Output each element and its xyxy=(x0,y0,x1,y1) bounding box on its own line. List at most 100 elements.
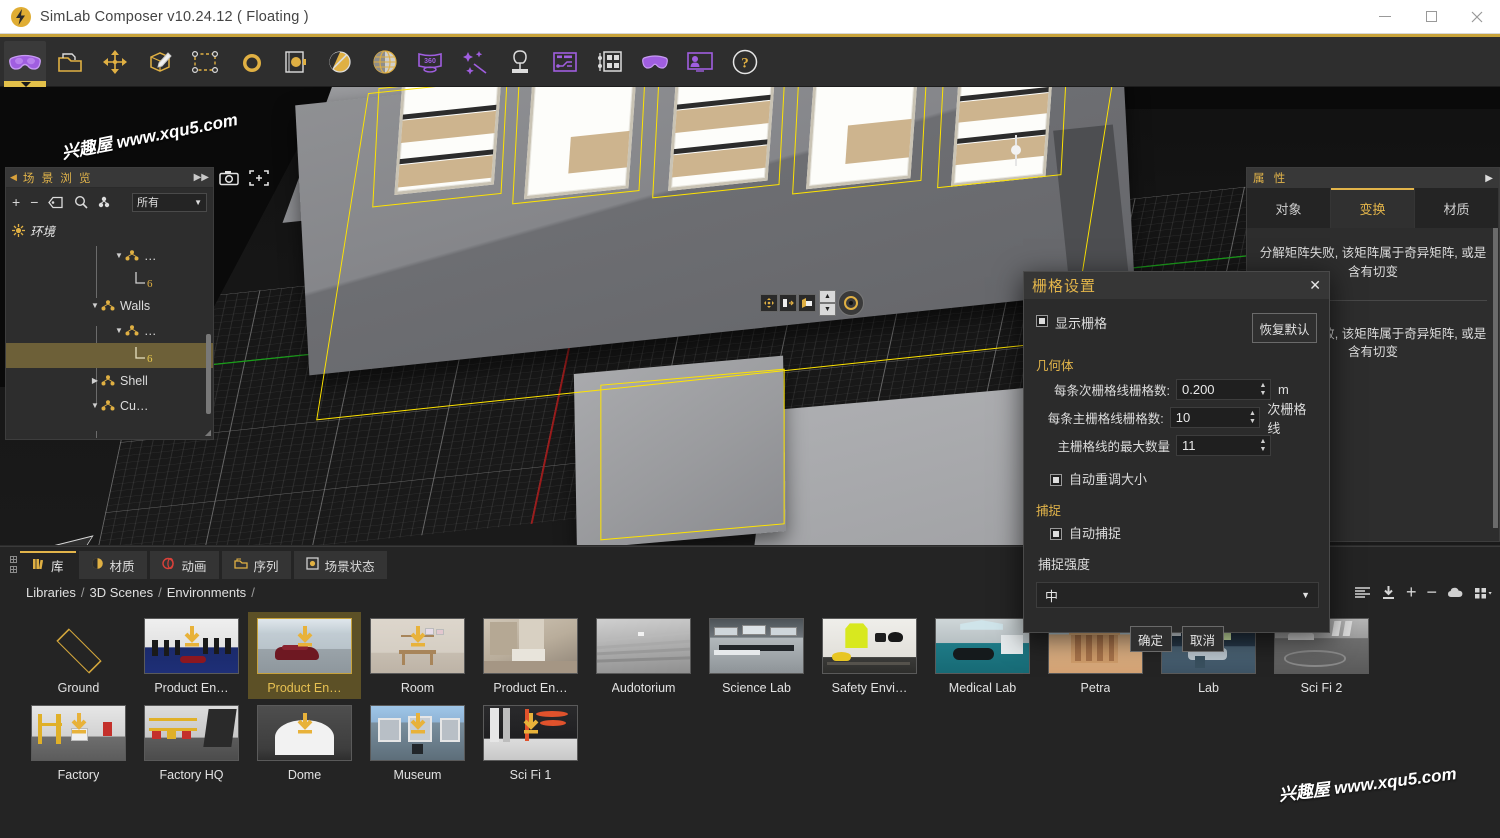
stepper-arrows[interactable]: ▲ ▼ xyxy=(1256,380,1270,399)
tree-item-environment[interactable]: 环境 xyxy=(6,218,213,243)
panel-grip[interactable] xyxy=(6,549,20,579)
tab-animation[interactable]: 动画 xyxy=(149,551,219,579)
environment-globe-tool[interactable] xyxy=(364,41,406,83)
list-item[interactable]: Product En… xyxy=(474,612,587,699)
tab-material[interactable]: 材质 xyxy=(1415,188,1499,228)
tab-scene-state[interactable]: 场景状态 xyxy=(293,551,387,579)
list-item[interactable]: Factory xyxy=(22,699,135,786)
major-grid-divisions-value[interactable] xyxy=(1170,410,1243,425)
tree-item-cu[interactable]: ▼ Cu… xyxy=(6,393,213,418)
remove-icon[interactable]: − xyxy=(1426,582,1437,603)
cloud-icon[interactable] xyxy=(1447,586,1464,599)
stepper-arrows[interactable]: ▲ ▼ xyxy=(1256,436,1270,455)
tree-item-leaf[interactable]: 6 xyxy=(6,268,213,293)
list-item-selected[interactable]: Product En… xyxy=(248,612,361,699)
major-grid-divisions-input[interactable]: ▲▼ xyxy=(1169,407,1261,428)
auto-resize-checkbox[interactable] xyxy=(1050,473,1062,486)
rotate-knob-icon[interactable] xyxy=(838,290,864,316)
stepper-arrows[interactable]: ▲ ▼ xyxy=(1245,408,1259,427)
maximize-button[interactable] xyxy=(1408,0,1454,34)
max-major-lines-value[interactable] xyxy=(1177,438,1249,453)
remove-icon[interactable]: − xyxy=(30,194,38,210)
breadcrumb-environments[interactable]: Environments xyxy=(167,585,246,600)
list-item[interactable]: Science Lab xyxy=(700,612,813,699)
tab-material[interactable]: 材质 xyxy=(78,551,147,579)
view-orientation-gizmo[interactable]: TOP LEFT xyxy=(14,535,114,545)
edit-geometry-tool[interactable] xyxy=(139,41,181,83)
expand-right-icon[interactable]: ▶▶ xyxy=(194,172,209,183)
list-item[interactable]: Safety Envi… xyxy=(813,612,926,699)
render-tool[interactable] xyxy=(229,41,271,83)
material-book-tool[interactable] xyxy=(274,41,316,83)
value-stepper[interactable]: ▲ ▼ xyxy=(819,290,836,316)
stepper-up[interactable]: ▲ xyxy=(819,290,836,303)
presentation-tool[interactable] xyxy=(679,41,721,83)
tree-item-leaf-selected[interactable]: 6 xyxy=(6,343,213,368)
tab-library[interactable]: 库 xyxy=(20,551,76,579)
magic-wand-tool[interactable] xyxy=(454,41,496,83)
automation-tool[interactable] xyxy=(544,41,586,83)
vr-viewer-tool[interactable] xyxy=(634,41,676,83)
minimize-button[interactable] xyxy=(1362,0,1408,34)
camera-icon[interactable] xyxy=(216,167,242,189)
list-item[interactable]: Museum xyxy=(361,699,474,786)
expander-icon[interactable]: ▼ xyxy=(113,326,125,335)
expander-icon[interactable]: ▼ xyxy=(89,401,101,410)
help-tool[interactable]: ? xyxy=(724,41,766,83)
list-item[interactable]: Audotorium xyxy=(587,612,700,699)
list-view-icon[interactable] xyxy=(1354,586,1371,600)
fit-to-view-icon[interactable] xyxy=(246,167,272,189)
tag-icon[interactable] xyxy=(48,196,64,209)
node-filter-icon[interactable] xyxy=(98,196,114,208)
minor-grid-spacing-input[interactable]: ▲▼ xyxy=(1176,379,1271,400)
resize-grip[interactable]: ◢ xyxy=(205,428,211,437)
grid-view-icon[interactable] xyxy=(1474,586,1492,600)
tree-item-group[interactable]: ▼ … xyxy=(6,243,213,268)
close-button[interactable] xyxy=(1454,0,1500,34)
snap-strength-dropdown[interactable]: 中 ▼ xyxy=(1036,582,1319,608)
tree-item-group[interactable]: ▼ … xyxy=(6,318,213,343)
restore-default-button[interactable]: 恢复默认 xyxy=(1252,313,1317,343)
move-transform-tool[interactable] xyxy=(94,41,136,83)
vr-headset-tool[interactable] xyxy=(4,40,46,88)
scene-tree[interactable]: 环境 ▼ … 6 ▼ Walls ▼ … 6 ▶ Shell ▼ Cu… ◢ xyxy=(6,216,213,438)
list-item[interactable]: Sci Fi 1 xyxy=(474,699,587,786)
tree-item-walls[interactable]: ▼ Walls xyxy=(6,293,213,318)
expand-right-icon[interactable]: ▶ xyxy=(1485,173,1493,184)
list-item[interactable]: Room xyxy=(361,612,474,699)
scene-tree-scrollbar[interactable] xyxy=(206,334,211,414)
stepper-down[interactable]: ▼ xyxy=(819,303,836,316)
panorama-360-tool[interactable]: 360 xyxy=(409,41,451,83)
corner-icon[interactable] xyxy=(798,294,816,312)
expander-icon[interactable]: ▶ xyxy=(89,376,101,385)
collapse-left-icon[interactable]: ◀ xyxy=(10,172,17,183)
close-icon[interactable]: ✕ xyxy=(1309,277,1321,294)
list-item[interactable]: Factory HQ xyxy=(135,699,248,786)
selection-box-tool[interactable] xyxy=(184,41,226,83)
list-item[interactable]: Ground xyxy=(22,612,135,699)
tab-sequence[interactable]: 序列 xyxy=(221,551,291,579)
filter-dropdown[interactable]: 所有 ▼ xyxy=(132,192,207,212)
list-item[interactable]: Product En… xyxy=(135,612,248,699)
tab-transform[interactable]: 变换 xyxy=(1331,188,1415,228)
tree-item-shell[interactable]: ▶ Shell xyxy=(6,368,213,393)
align-icon[interactable] xyxy=(779,294,797,312)
minor-grid-spacing-value[interactable] xyxy=(1177,382,1249,397)
add-icon[interactable]: + xyxy=(1406,582,1417,603)
viewport-mini-widget[interactable]: ▲ ▼ xyxy=(760,290,864,316)
show-grid-checkbox[interactable] xyxy=(1036,315,1048,327)
move-gizmo-icon[interactable] xyxy=(760,294,778,312)
search-icon[interactable] xyxy=(74,195,88,209)
open-file-tool[interactable] xyxy=(49,41,91,83)
properties-scrollbar[interactable] xyxy=(1493,228,1498,528)
breadcrumb-libraries[interactable]: Libraries xyxy=(26,585,76,600)
tab-object[interactable]: 对象 xyxy=(1247,188,1331,228)
add-icon[interactable]: + xyxy=(12,194,20,210)
layout-tool[interactable] xyxy=(589,41,631,83)
expander-icon[interactable]: ▼ xyxy=(89,301,101,310)
breadcrumb-3d-scenes[interactable]: 3D Scenes xyxy=(89,585,153,600)
ok-button[interactable]: 确定 xyxy=(1129,626,1172,652)
download-icon[interactable] xyxy=(1381,585,1396,600)
expander-icon[interactable]: ▼ xyxy=(113,251,125,260)
auto-snap-checkbox[interactable] xyxy=(1050,527,1062,540)
